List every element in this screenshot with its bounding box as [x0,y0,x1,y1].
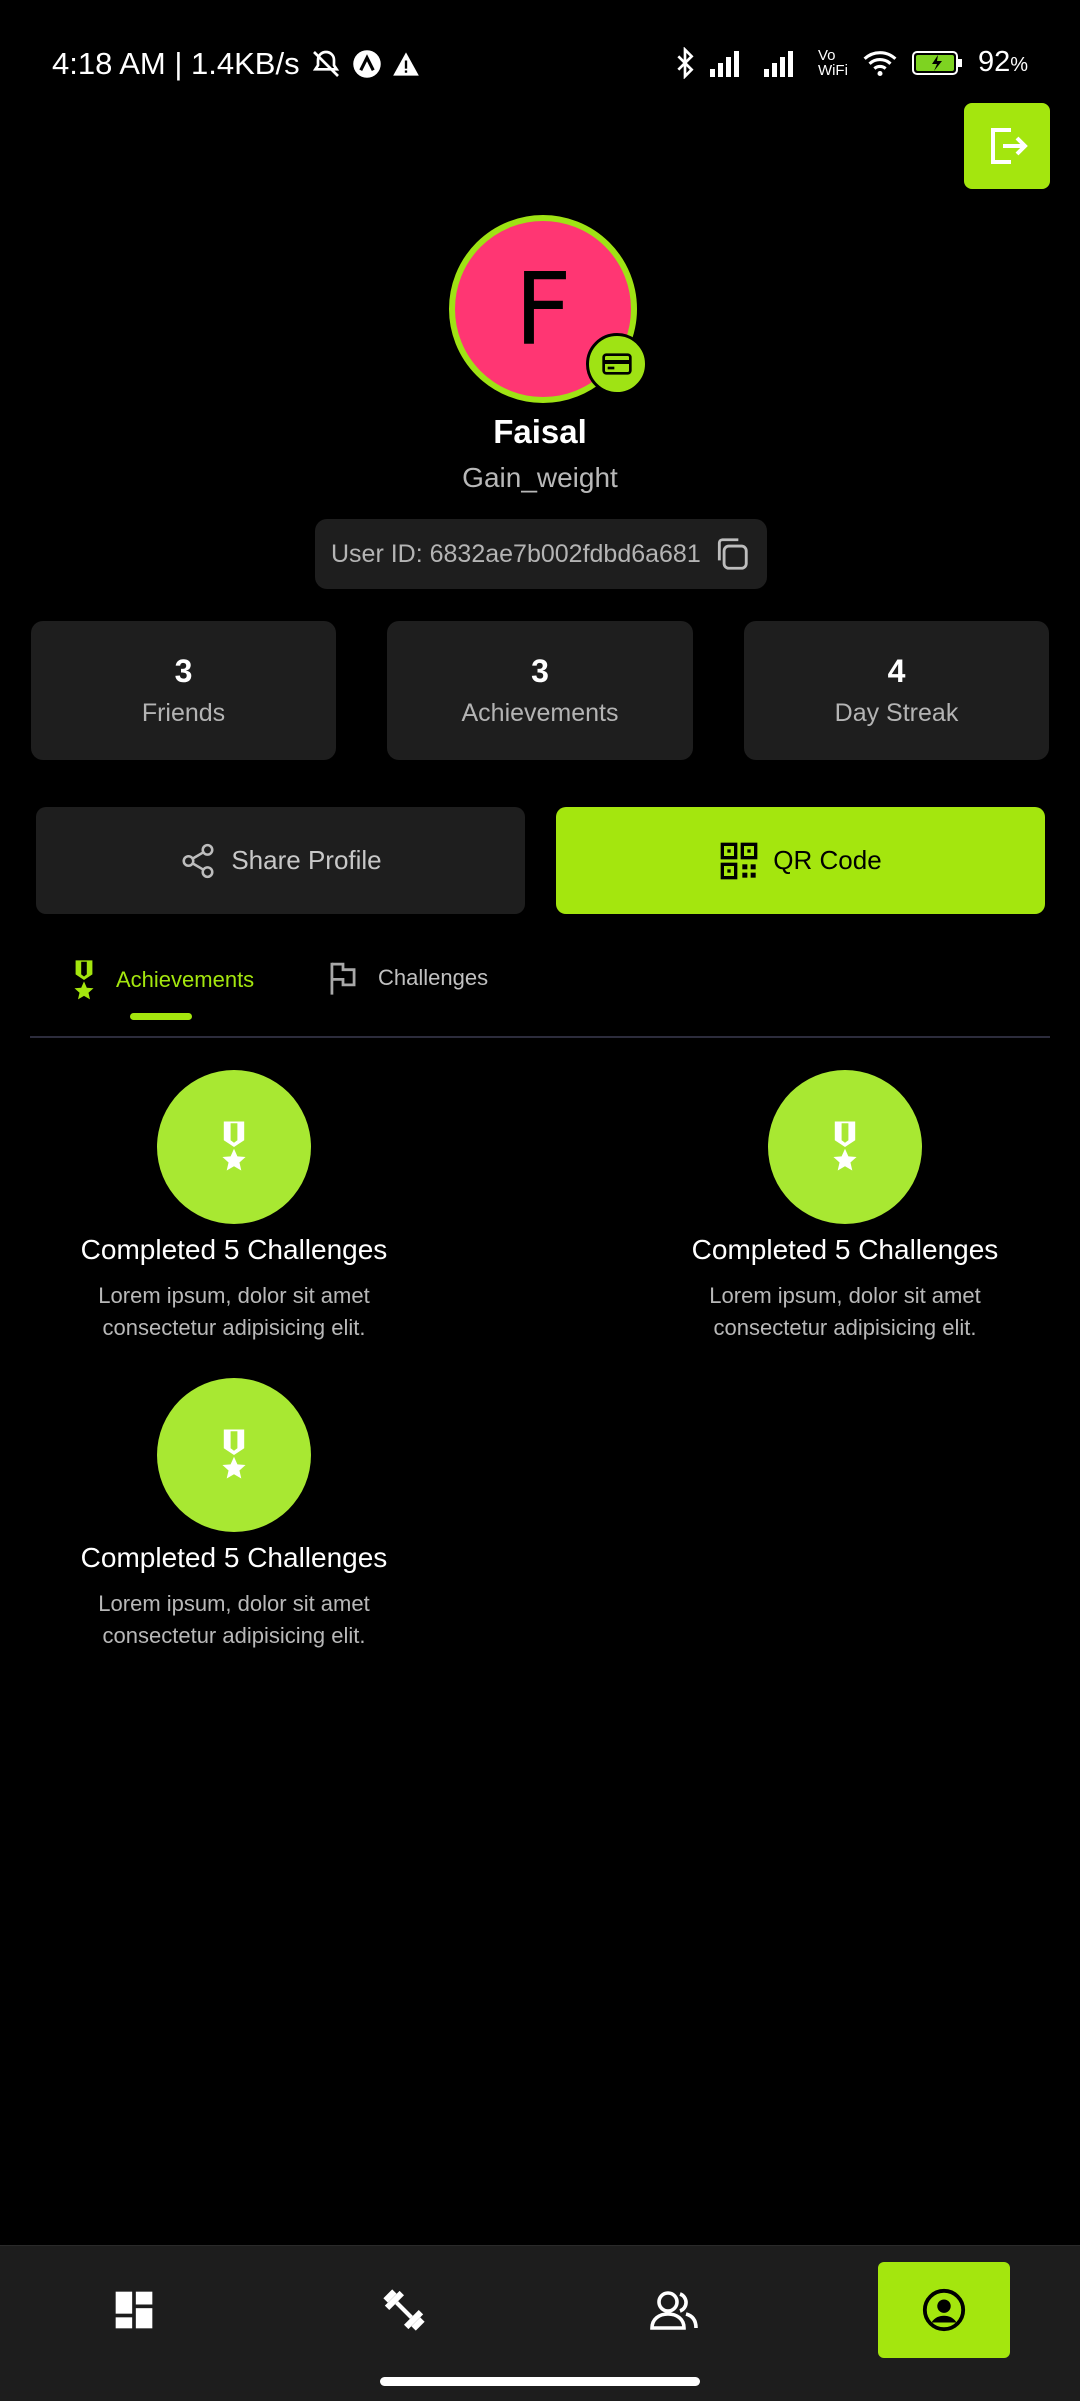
stat-day-streak[interactable]: 4 Day Streak [744,621,1049,760]
achievement-card[interactable]: Completed 5 Challenges Lorem ipsum, dolo… [635,1070,1055,1344]
profile-icon [922,2288,966,2332]
avatar-letter: F [514,250,572,368]
app-notification-icon [352,50,381,78]
stat-achievements[interactable]: 3 Achievements [387,621,693,760]
user-id-text: User ID: 6832ae7b002fdbd6a681 [331,539,701,568]
logout-icon [991,128,1028,164]
share-profile-label: Share Profile [231,845,382,875]
qr-code-icon [720,842,758,879]
wifi-icon [863,50,897,76]
tab-challenges-label: Challenges [378,965,489,990]
stat-label: Friends [141,699,226,727]
share-profile-button[interactable]: Share Profile [36,807,525,914]
achievement-card[interactable]: Completed 5 Challenges Lorem ipsum, dolo… [24,1070,444,1344]
signal-icon [709,50,739,77]
battery-level: 92% [977,46,1028,78]
nav-profile[interactable] [878,2262,1010,2358]
achievement-badge [157,1070,311,1224]
stat-label: Day Streak [834,699,959,727]
achievement-desc: Lorem ipsum, dolor sit amet consectetur … [98,1283,370,1340]
active-tab-indicator [130,1013,192,1020]
achievement-title: Completed 5 Challenges [80,1234,388,1265]
home-indicator [380,2377,700,2386]
mute-alarm-icon [312,50,339,77]
medal-icon [833,1121,857,1171]
nav-dashboard[interactable] [68,2262,200,2358]
achievement-badge [157,1378,311,1532]
tab-divider [30,1036,1050,1038]
status-bar: 4:18 AM | 1.4KB/s Vo WiFi 92% [0,0,1080,130]
tab-achievements[interactable]: Achievements [70,960,254,1000]
copy-icon[interactable] [713,535,751,573]
achievement-title: Completed 5 Challenges [691,1234,999,1265]
stat-friends[interactable]: 3 Friends [31,621,336,760]
status-left: 4:18 AM | 1.4KB/s [52,46,420,82]
friends-icon [650,2291,698,2330]
dashboard-icon [115,2291,153,2329]
medal-icon [222,1121,246,1171]
medal-icon [222,1429,246,1479]
profile-name: Faisal [493,413,587,450]
medal-icon [74,960,94,1000]
nav-workouts[interactable] [338,2262,470,2358]
stat-value: 4 [887,653,906,689]
battery-icon [911,50,962,75]
nav-friends[interactable] [608,2262,740,2358]
achievement-desc: Lorem ipsum, dolor sit amet consectetur … [709,1283,981,1340]
logout-button[interactable] [964,103,1050,189]
tab-challenges[interactable]: Challenges [326,960,488,996]
id-card-badge[interactable] [586,333,648,395]
card-icon [602,353,632,375]
achievement-title: Completed 5 Challenges [80,1542,388,1573]
stat-value: 3 [531,653,549,689]
status-time: 4:18 AM | 1.4KB/s [52,46,300,81]
signal-icon-2 [763,50,793,77]
vowifi-label: Vo WiFi [817,46,848,79]
bluetooth-icon [677,46,694,79]
achievement-card[interactable]: Completed 5 Challenges Lorem ipsum, dolo… [24,1378,444,1652]
dumbbell-icon [383,2289,425,2331]
tab-achievements-label: Achievements [116,967,255,992]
qr-code-label: QR Code [773,845,882,875]
warning-icon [392,52,419,76]
achievement-desc: Lorem ipsum, dolor sit amet consectetur … [98,1591,370,1648]
achievement-badge [768,1070,922,1224]
status-right: Vo WiFi 92% [674,46,1028,79]
qr-code-button[interactable]: QR Code [556,807,1045,914]
flag-icon [330,962,356,995]
profile-goal: Gain_weight [462,462,618,493]
stat-label: Achievements [461,699,619,727]
user-id-box: User ID: 6832ae7b002fdbd6a681 [315,519,767,589]
stat-value: 3 [174,653,193,689]
share-icon [182,843,214,878]
